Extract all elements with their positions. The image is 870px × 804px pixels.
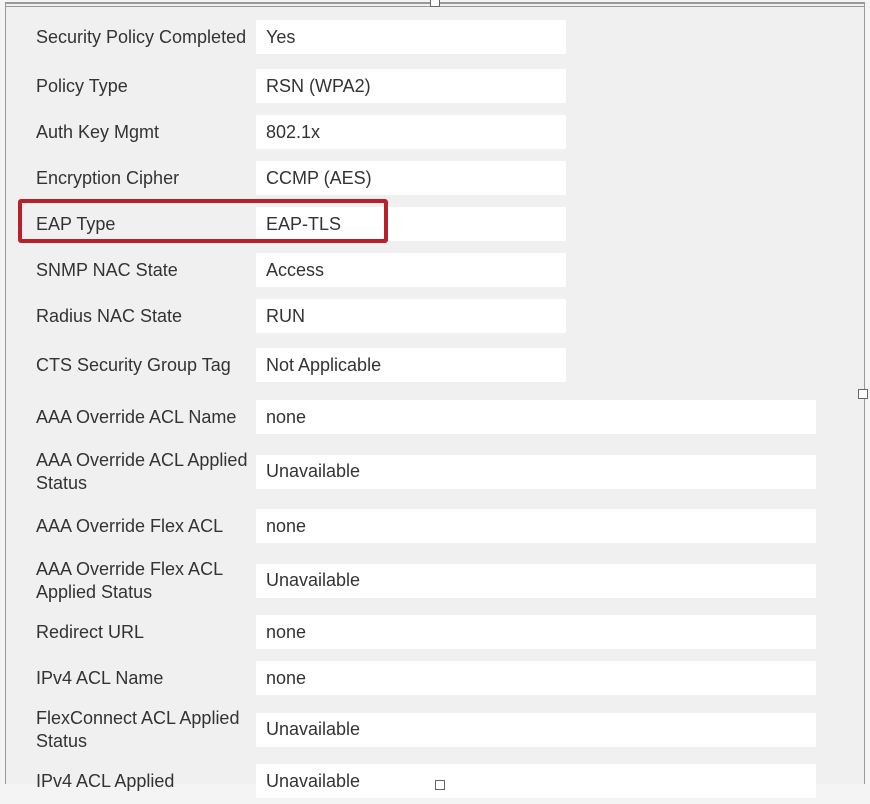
property-label: AAA Override Flex ACL Applied Status <box>36 558 256 603</box>
property-value: CCMP (AES) <box>256 161 566 195</box>
property-label: Policy Type <box>36 75 256 98</box>
property-value: Unavailable <box>256 764 816 798</box>
property-value: 802.1x <box>256 115 566 149</box>
property-value: Not Applicable <box>256 348 566 382</box>
property-label: AAA Override ACL Applied Status <box>36 449 256 494</box>
property-row: AAA Override ACL Applied StatusUnavailab… <box>6 443 864 500</box>
property-row: IPv4 ACL Namenone <box>6 655 864 701</box>
property-label: EAP Type <box>36 213 256 236</box>
property-rows-container: Security Policy CompletedYesPolicy TypeR… <box>6 11 864 804</box>
property-label: IPv4 ACL Name <box>36 667 256 690</box>
property-row: SNMP NAC StateAccess <box>6 247 864 293</box>
properties-panel: Security Policy CompletedYesPolicy TypeR… <box>5 2 865 784</box>
property-value: Unavailable <box>256 713 816 747</box>
property-label: IPv4 ACL Applied <box>36 770 256 793</box>
property-label: CTS Security Group Tag <box>36 354 256 377</box>
property-row: Policy TypeRSN (WPA2) <box>6 63 864 109</box>
property-row: EAP TypeEAP-TLS <box>6 201 864 247</box>
property-row: AAA Override Flex ACLnone <box>6 500 864 552</box>
resize-handle-right[interactable] <box>858 389 868 399</box>
property-value: EAP-TLS <box>256 207 566 241</box>
property-value: Access <box>256 253 566 287</box>
property-value: Unavailable <box>256 455 816 489</box>
property-row: Auth Key Mgmt802.1x <box>6 109 864 155</box>
property-row: CTS Security Group TagNot Applicable <box>6 339 864 391</box>
property-value: none <box>256 615 816 649</box>
property-value: none <box>256 400 816 434</box>
resize-handle-bottom[interactable] <box>435 780 445 790</box>
property-value: RUN <box>256 299 566 333</box>
property-label: SNMP NAC State <box>36 259 256 282</box>
property-label: Encryption Cipher <box>36 167 256 190</box>
property-label: AAA Override Flex ACL <box>36 515 256 538</box>
property-row: Encryption CipherCCMP (AES) <box>6 155 864 201</box>
property-value: none <box>256 661 816 695</box>
property-row: Security Policy CompletedYes <box>6 11 864 63</box>
property-row: AAA Override ACL Namenone <box>6 391 864 443</box>
property-label: Redirect URL <box>36 621 256 644</box>
property-value: Yes <box>256 20 566 54</box>
property-row: Redirect URLnone <box>6 609 864 655</box>
property-row: AAA Override Flex ACL Applied StatusUnav… <box>6 552 864 609</box>
property-row: Radius NAC StateRUN <box>6 293 864 339</box>
property-label: Auth Key Mgmt <box>36 121 256 144</box>
property-label: Security Policy Completed <box>36 26 256 49</box>
resize-handle-top[interactable] <box>430 0 440 7</box>
property-label: AAA Override ACL Name <box>36 406 256 429</box>
property-label: Radius NAC State <box>36 305 256 328</box>
property-label: FlexConnect ACL Applied Status <box>36 707 256 752</box>
property-row: FlexConnect ACL Applied StatusUnavailabl… <box>6 701 864 758</box>
property-value: RSN (WPA2) <box>256 69 566 103</box>
property-value: Unavailable <box>256 564 816 598</box>
property-value: none <box>256 509 816 543</box>
